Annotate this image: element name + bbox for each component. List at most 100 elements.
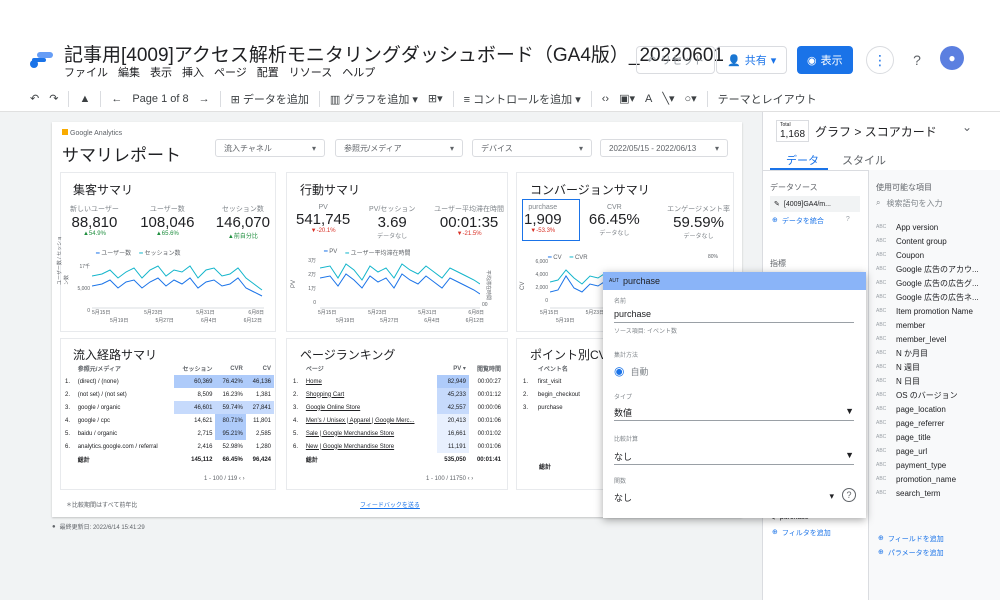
- menu-view[interactable]: 表示: [150, 64, 172, 80]
- page-ranking-pager[interactable]: 1 - 100 / 11750 ‹ ›: [426, 476, 473, 482]
- scorecard[interactable]: ユーザー平均滞在時間 00:01:35 ▼-21.5%: [434, 204, 504, 240]
- menu-help[interactable]: ヘルプ: [342, 64, 375, 80]
- help-icon[interactable]: ?: [842, 488, 856, 502]
- list-item[interactable]: ABC search_term: [876, 486, 996, 500]
- report-title[interactable]: 記事用[4009]アクセス解析モニタリングダッシュボード（GA4版）_20220…: [64, 40, 724, 67]
- list-item[interactable]: ABC Google 広告のアカウ...: [876, 262, 996, 276]
- list-item[interactable]: ABC App version: [876, 220, 996, 234]
- tab-data[interactable]: データ: [786, 152, 819, 168]
- inflow-pager[interactable]: 1 - 100 / 119 ‹ ›: [204, 476, 245, 482]
- view-button[interactable]: ◉ 表示: [797, 46, 853, 74]
- blend-data-button[interactable]: ⊕ データを統合?: [772, 216, 850, 226]
- field-search[interactable]: ⌕ 検索語句を入力: [876, 198, 942, 209]
- table-row[interactable]: 2. (not set) / (not set) 8,509 16.23% 1,381: [62, 388, 274, 401]
- comparison-select[interactable]: なし ▼: [614, 450, 854, 463]
- list-item[interactable]: ABC Content group: [876, 234, 996, 248]
- feedback-link[interactable]: フィードバックを送る: [360, 500, 420, 509]
- menu-page[interactable]: ページ: [214, 64, 247, 80]
- list-item[interactable]: ABC member_level: [876, 332, 996, 346]
- add-parameter-button[interactable]: ⊕ パラメータを追加: [878, 548, 944, 558]
- scorecard[interactable]: PV 541,745 ▼-20.1%: [296, 204, 350, 240]
- add-filter-button[interactable]: ⊕ フィルタを追加: [772, 528, 831, 538]
- next-page-icon[interactable]: →: [199, 93, 210, 105]
- list-item[interactable]: ABC member: [876, 318, 996, 332]
- embed-code-icon[interactable]: ‹›: [602, 93, 609, 105]
- list-item[interactable]: ABC payment_type: [876, 458, 996, 472]
- type-select[interactable]: 数値 ▼: [614, 406, 854, 419]
- datasource-chip[interactable]: ✎ [4009]GA4/m...: [770, 196, 860, 212]
- list-item[interactable]: ABC page_referrer: [876, 416, 996, 430]
- menu-file[interactable]: ファイル: [64, 64, 108, 80]
- theme-layout-button[interactable]: テーマとレイアウト: [718, 91, 817, 107]
- more-options-icon[interactable]: ⋮: [866, 46, 894, 74]
- scorecard[interactable]: 新しいユーザー 88,810 ▲54.9%: [70, 204, 119, 240]
- scorecard[interactable]: CVR 66.45% データなし: [589, 204, 640, 240]
- list-item[interactable]: ABC N 日目: [876, 374, 996, 388]
- list-item[interactable]: ABC Google 広告の広告グ...: [876, 276, 996, 290]
- page-indicator[interactable]: Page 1 of 8: [132, 93, 188, 105]
- redo-icon[interactable]: ↷: [49, 92, 58, 105]
- table-row[interactable]: 6. analytics.google.com / referral 2,416 52…: [62, 440, 274, 453]
- channel-filter-dropdown[interactable]: 流入チャネル ▾: [215, 139, 325, 157]
- image-icon[interactable]: ▣▾: [619, 92, 635, 105]
- avatar[interactable]: ●: [940, 46, 964, 70]
- function-select[interactable]: なし ▾: [614, 491, 834, 504]
- line-icon[interactable]: ╲▾: [662, 92, 674, 105]
- table-row[interactable]: 5. Sale | Google Merchandise Store 16,661 0…: [290, 427, 504, 440]
- table-row[interactable]: 3. purchase: [520, 401, 600, 414]
- add-control-button[interactable]: ≡ コントロールを追加 ▾: [464, 91, 581, 107]
- menu-insert[interactable]: 挿入: [182, 64, 204, 80]
- list-item[interactable]: ABC Coupon: [876, 248, 996, 262]
- cvr-series-line: [550, 269, 604, 285]
- add-chart-button[interactable]: ▥ グラフを追加 ▾: [330, 91, 418, 107]
- list-item[interactable]: ABC Google 広告の広告ネ...: [876, 290, 996, 304]
- list-item[interactable]: ABC page_title: [876, 430, 996, 444]
- list-item[interactable]: ABC page_location: [876, 402, 996, 416]
- text-icon[interactable]: A: [645, 93, 652, 105]
- table-row[interactable]: 1. (direct) / (none) 60,369 76.42% 46,136: [62, 375, 274, 388]
- name-input[interactable]: purchase: [614, 309, 651, 319]
- scorecard[interactable]: エンゲージメント率 59.59% データなし: [667, 204, 730, 240]
- tab-style[interactable]: スタイル: [842, 152, 886, 168]
- table-row[interactable]: 3. google / organic 46,601 59.74% 27,841: [62, 401, 274, 414]
- undo-icon[interactable]: ↶: [30, 92, 39, 105]
- device-filter-dropdown[interactable]: デバイス ▾: [472, 139, 592, 157]
- list-item[interactable]: ABC page_url: [876, 444, 996, 458]
- list-item[interactable]: ABC Item promotion Name: [876, 304, 996, 318]
- list-item[interactable]: ABC N 週目: [876, 360, 996, 374]
- menu-resource[interactable]: リソース: [289, 64, 332, 80]
- aggregation-radio[interactable]: ◉ 自動: [614, 364, 649, 378]
- select-cursor-icon[interactable]: ▲: [79, 93, 90, 105]
- source-filter-dropdown[interactable]: 参照元/メディア ▾: [335, 139, 463, 157]
- scorecard-purchase[interactable]: purchase 1,909 ▼-53.3%: [524, 204, 562, 240]
- table-row[interactable]: 2. begin_checkout: [520, 388, 600, 401]
- community-viz-icon[interactable]: ⊞▾: [428, 92, 443, 105]
- table-row[interactable]: 6. New | Google Merchandise Store 11,191 00…: [290, 440, 504, 453]
- scorecard[interactable]: セッション数 146,070 ▲前自分比: [216, 204, 270, 240]
- scorecard[interactable]: PV/セッション 3.69 データなし: [369, 204, 415, 240]
- table-row[interactable]: 4. Men's / Unisex | Apparel | Google Merc…: [290, 414, 504, 427]
- add-data-button[interactable]: ⊞ データを追加: [231, 91, 309, 107]
- table-row[interactable]: 1. Home 82,949 00:00:27: [290, 375, 504, 388]
- table-row[interactable]: 4. google / cpc 14,621 80.71% 11,801: [62, 414, 274, 427]
- list-item[interactable]: ABC promotion_name: [876, 472, 996, 486]
- table-row[interactable]: 5. baidu / organic 2,715 95.21% 2,585: [62, 427, 274, 440]
- table-row[interactable]: 3. Google Online Store 42,557 00:00:06: [290, 401, 504, 414]
- search-icon: ⌕: [876, 198, 881, 207]
- date-range-picker[interactable]: 2022/05/15 - 2022/06/13 ▾: [600, 139, 728, 157]
- prev-page-icon[interactable]: ←: [111, 93, 122, 105]
- table-row[interactable]: 1. first_visit: [520, 375, 600, 388]
- collapse-chevron-icon[interactable]: ⌄: [962, 120, 972, 134]
- menu-edit[interactable]: 編集: [118, 64, 140, 80]
- menu-arrange[interactable]: 配置: [257, 64, 279, 80]
- divider: [452, 90, 454, 107]
- list-item[interactable]: ABC OS のバージョン: [876, 388, 996, 402]
- help-icon[interactable]: ?: [903, 46, 931, 74]
- shape-icon[interactable]: ○▾: [684, 92, 696, 105]
- table-row[interactable]: 2. Shopping Cart 45,233 00:01:12: [290, 388, 504, 401]
- share-button[interactable]: 👤 共有 ▾: [716, 46, 788, 74]
- add-field-button[interactable]: ⊕ フィールドを追加: [878, 534, 944, 544]
- scorecard[interactable]: ユーザー数 108,046 ▲65.6%: [140, 204, 194, 240]
- reset-button[interactable]: ↶ リセット: [636, 46, 716, 74]
- list-item[interactable]: ABC N か月目: [876, 346, 996, 360]
